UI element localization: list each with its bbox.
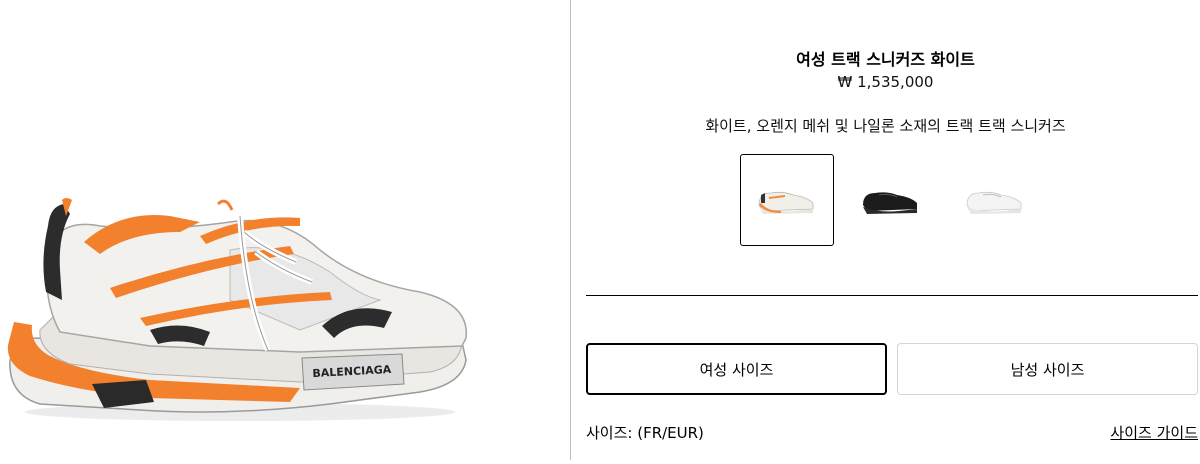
product-description: 화이트, 오렌지 메쉬 및 나일론 소재의 트랙 트랙 스니커즈 [705,117,1066,135]
size-label: 사이즈: (FR/EUR) [586,424,704,442]
sneaker-main-image[interactable]: BALENCIAGA [0,0,570,460]
sneaker-thumbnail-white-orange [758,191,814,214]
size-guide-link[interactable]: 사이즈 가이드 [1110,422,1198,443]
product-details-pane: 여성 트랙 스니커즈 화이트 ₩ 1,535,000 화이트, 오렌지 메쉬 및… [571,0,1200,460]
men-size-button[interactable]: 남성 사이즈 [897,343,1198,395]
color-swatch-black[interactable] [844,154,938,246]
section-divider [586,295,1198,296]
product-image-pane: BALENCIAGA [0,0,570,460]
women-size-button[interactable]: 여성 사이즈 [586,343,887,395]
color-swatch-white-orange[interactable] [740,154,834,246]
product-price: ₩ 1,535,000 [837,73,934,91]
color-swatch-white[interactable] [948,154,1042,246]
sneaker-thumbnail-black [863,192,917,214]
sneaker-thumbnail-white [966,191,1022,214]
product-title: 여성 트랙 스니커즈 화이트 [796,50,975,69]
